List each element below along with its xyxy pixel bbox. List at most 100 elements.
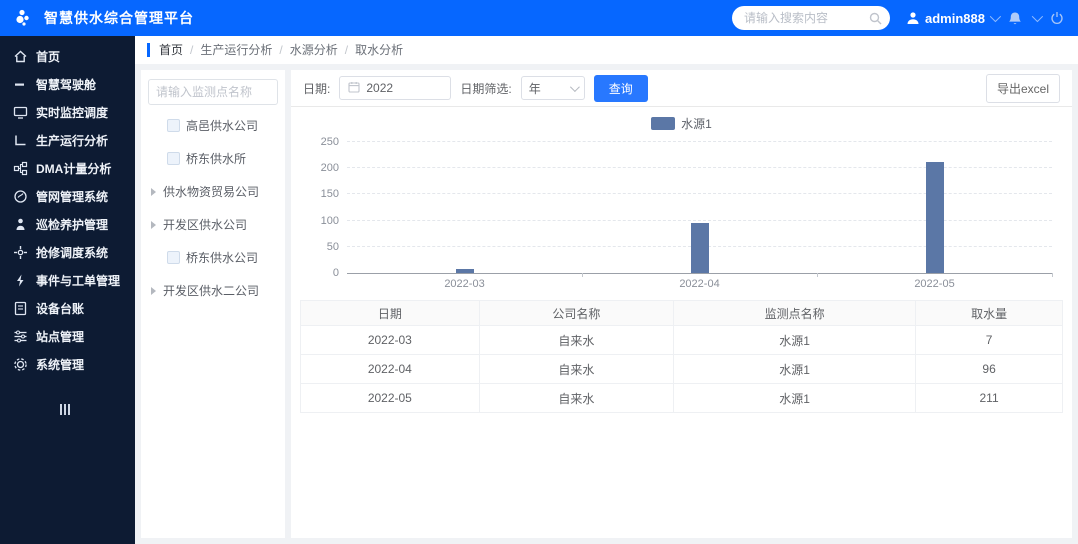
bar-2022-04[interactable] <box>690 222 709 273</box>
monitor-icon <box>13 105 28 120</box>
chart-legend[interactable]: 水源1 <box>305 115 1058 132</box>
tree-item[interactable]: 桥东供水公司 <box>148 241 278 274</box>
analysis-icon <box>13 133 28 148</box>
main-sidebar: 首页 智慧驾驶舱 实时监控调度 生产运行分析 DMA计量分析 管网管理系统 巡检… <box>0 36 135 544</box>
tree-item[interactable]: 开发区供水公司 <box>148 208 278 241</box>
breadcrumb-item[interactable]: 首页 <box>159 43 183 57</box>
breadcrumb-separator: / <box>344 43 349 57</box>
sidebar-menu: 首页 智慧驾驶舱 实时监控调度 生产运行分析 DMA计量分析 管网管理系统 巡检… <box>0 42 135 378</box>
table-cell: 自来水 <box>478 354 675 384</box>
expand-caret-icon[interactable] <box>151 187 156 196</box>
legend-swatch <box>651 117 676 130</box>
logo-icon <box>14 8 34 28</box>
app-root: 智慧供水综合管理平台 admin888 <box>0 0 1078 544</box>
y-axis-tick-label: 200 <box>320 162 339 175</box>
breadcrumb-separator: / <box>279 43 283 57</box>
home-icon <box>13 49 28 64</box>
table-header-cell: 监测点名称 <box>673 300 917 326</box>
table-cell: 水源1 <box>673 354 917 384</box>
y-axis-tick-label: 100 <box>320 214 339 227</box>
table-row: 2022-04 自来水 水源1 96 <box>300 354 1063 384</box>
sidebar-item[interactable]: 首页 <box>0 42 135 70</box>
checkbox[interactable] <box>167 251 180 264</box>
sidebar-item[interactable]: 巡检养护管理 <box>0 210 135 238</box>
table-header-cell: 取水量 <box>915 300 1063 326</box>
breadcrumb-item[interactable]: 生产运行分析 <box>200 43 272 57</box>
monitor-point-panel: 高邑供水公司桥东供水所供水物资贸易公司开发区供水公司桥东供水公司开发区供水二公司 <box>141 70 285 538</box>
intake-bar-chart: 水源1 0 50 100 150 200 250 2022-03 2022-04 2022-05 <box>291 107 1072 298</box>
power-icon[interactable] <box>1050 11 1064 25</box>
tree-item[interactable]: 高邑供水公司 <box>148 109 278 142</box>
gear-icon <box>13 357 28 372</box>
expand-caret-icon[interactable] <box>151 220 156 229</box>
breadcrumb-item[interactable]: 水源分析 <box>290 43 338 57</box>
y-axis-tick-label: 250 <box>320 136 339 148</box>
event-order-icon <box>13 273 28 288</box>
top-header: 智慧供水综合管理平台 admin888 <box>0 0 1078 36</box>
table-cell: 自来水 <box>478 383 675 413</box>
sidebar-item[interactable]: DMA计量分析 <box>0 154 135 182</box>
x-axis-tick-label: 2022-05 <box>914 278 955 290</box>
checkbox[interactable] <box>167 152 180 165</box>
table-cell: 水源1 <box>673 383 917 413</box>
period-select-value: 年 <box>528 81 541 96</box>
table-cell: 水源1 <box>673 325 917 355</box>
search-icon[interactable] <box>869 12 882 25</box>
period-select[interactable]: 年 <box>520 76 585 100</box>
global-search-input[interactable] <box>744 11 870 25</box>
x-axis-tick <box>582 273 583 277</box>
chevron-down-icon <box>569 81 580 92</box>
y-axis-tick-label: 150 <box>320 188 339 201</box>
sidebar-item[interactable]: 设备台账 <box>0 294 135 322</box>
pipe-network-icon <box>13 189 28 204</box>
sidebar-item[interactable]: 智慧驾驶舱 <box>0 70 135 98</box>
breadcrumb-item[interactable]: 取水分析 <box>355 43 403 57</box>
date-picker[interactable]: 2022 <box>339 76 452 100</box>
sidebar-item[interactable]: 抢修调度系统 <box>0 238 135 266</box>
username: admin888 <box>925 10 985 26</box>
gridline <box>347 193 1052 195</box>
table-cell: 自来水 <box>478 325 675 355</box>
collapse-icon[interactable] <box>60 404 135 415</box>
dma-icon <box>13 161 28 176</box>
calendar-icon <box>348 81 360 96</box>
sidebar-item[interactable]: 系统管理 <box>0 350 135 378</box>
chevron-down-icon <box>989 10 1002 23</box>
sidebar-item[interactable]: 实时监控调度 <box>0 98 135 126</box>
query-button[interactable]: 查询 <box>593 74 648 102</box>
filter-bar: 日期: 2022 日期筛选: 年 查询 导出excel <box>291 70 1072 107</box>
monitor-point-search-input[interactable] <box>148 79 278 105</box>
x-axis-tick <box>1052 273 1053 277</box>
company-tree: 高邑供水公司 桥东供水所 供水物资贸易公司 开发区供水公司 桥东供水公司 开发区供水二公司 <box>148 109 278 307</box>
bar-2022-03[interactable] <box>455 269 474 273</box>
table-row: 2022-03 自来水 水源1 7 <box>300 325 1063 355</box>
breadcrumb-accent <box>147 43 150 57</box>
breadcrumb: 首页 / 生产运行分析 / 水源分析 / 取水分析 <box>135 36 1078 64</box>
site-icon <box>13 329 28 344</box>
checkbox[interactable] <box>167 119 180 132</box>
bell-icon[interactable] <box>1008 11 1022 26</box>
tree-item[interactable]: 供水物资贸易公司 <box>148 175 278 208</box>
table-row: 2022-05 自来水 水源1 211 <box>300 383 1063 413</box>
table-cell: 2022-03 <box>300 325 480 355</box>
intake-data-table: 日期 公司名称 监测点名称 取水量 2022-03 自来水 水源1 7 2022-04 自来水水… <box>300 300 1063 413</box>
chevron-down-icon[interactable] <box>1031 10 1044 23</box>
sidebar-item[interactable]: 管网管理系统 <box>0 182 135 210</box>
sidebar-item[interactable]: 生产运行分析 <box>0 126 135 154</box>
y-axis-tick-label: 0 <box>332 267 339 279</box>
chart-plot-area: 0 50 100 150 200 250 2022-03 2022-04 2022-05 <box>321 136 1053 290</box>
expand-caret-icon[interactable] <box>151 286 156 295</box>
tree-item[interactable]: 桥东供水所 <box>148 142 278 175</box>
legend-label: 水源1 <box>681 117 712 131</box>
global-search[interactable] <box>732 6 891 30</box>
user-menu[interactable]: admin888 <box>906 10 1002 26</box>
sidebar-item[interactable]: 事件与工单管理 <box>0 266 135 294</box>
gridline <box>347 219 1052 221</box>
repair-icon <box>13 245 28 260</box>
export-excel-button[interactable]: 导出excel <box>985 73 1060 103</box>
sidebar-item[interactable]: 站点管理 <box>0 322 135 350</box>
app-logo: 智慧供水综合管理平台 <box>14 8 194 28</box>
breadcrumb-separator: / <box>190 43 194 57</box>
bar-2022-05[interactable] <box>925 162 944 273</box>
tree-item[interactable]: 开发区供水二公司 <box>148 274 278 307</box>
